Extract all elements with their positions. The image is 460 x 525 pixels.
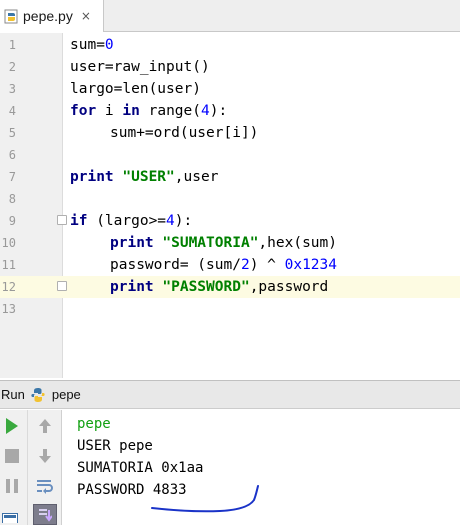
console-input-line: pepe [77,416,111,432]
code-text: print "USER",user [70,169,219,185]
layout-icon [2,512,18,523]
scroll-to-end-button[interactable] [33,504,57,525]
code-line: 7 print "USER",user [0,166,460,188]
line-number: 11 [1,258,16,272]
run-tool-label[interactable]: Run [1,387,25,402]
code-line: 8 [0,188,460,210]
code-text: if (largo>=4): [70,213,193,229]
play-icon [6,418,18,434]
tab-file-name: pepe.py [23,8,73,24]
previous-occurrence-button[interactable] [35,416,55,436]
run-console-output[interactable]: pepe USER pepe SUMATORIA 0x1aa PASSWORD … [63,410,460,525]
code-text: user=raw_input() [70,59,210,75]
python-icon [31,387,45,402]
code-text: sum+=ord(user[i]) [110,125,259,141]
code-line: 10 print "SUMATORIA",hex(sum) [0,232,460,254]
line-number: 1 [8,38,16,52]
line-number: 6 [8,148,16,162]
line-number: 12 [1,280,16,294]
line-number: 2 [8,60,16,74]
fold-end-marker-icon[interactable] [57,281,67,291]
line-number: 13 [1,302,16,316]
editor-tab-bar: pepe.py × [0,0,460,32]
code-text: sum=0 [70,37,114,53]
code-text: print "SUMATORIA",hex(sum) [110,235,337,251]
stop-icon [5,449,19,463]
code-text: print "PASSWORD",password [110,279,329,295]
line-number: 4 [8,104,16,118]
console-output-line: USER pepe [77,438,153,454]
code-text: password= (sum/2) ^ 0x1234 [110,257,337,273]
line-number: 3 [8,82,16,96]
code-line: 2 user=raw_input() [0,56,460,78]
code-line: 4 for i in range(4): [0,100,460,122]
pause-button[interactable] [2,476,22,496]
line-number: 10 [1,236,16,250]
close-icon[interactable]: × [81,9,91,23]
soft-wrap-button[interactable] [35,476,55,496]
arrow-down-icon [39,449,51,463]
next-occurrence-button[interactable] [35,446,55,466]
line-number: 5 [8,126,16,140]
line-number: 8 [8,192,16,206]
run-toolbar-primary [0,410,27,525]
line-number: 7 [8,170,16,184]
stop-button[interactable] [2,446,22,466]
code-line-current: 12 print "PASSWORD",password [0,276,460,298]
code-line: 1 sum=0 [0,34,460,56]
soft-wrap-icon [37,480,53,494]
code-line: 9 if (largo>=4): [0,210,460,232]
code-text: for i in range(4): [70,103,228,119]
code-line: 13 [0,298,460,320]
line-number: 9 [8,214,16,228]
python-file-icon [4,9,18,23]
scroll-to-end-icon [39,508,52,522]
code-line: 6 [0,144,460,166]
layout-button[interactable] [0,510,20,525]
run-panel-header: Run pepe [0,380,460,409]
run-button[interactable] [2,416,22,436]
arrow-up-icon [39,419,51,433]
code-text: largo=len(user) [70,81,201,97]
code-editor[interactable]: 1 sum=0 2 user=raw_input() 3 largo=len(u… [0,33,460,378]
console-output-line: PASSWORD 4833 [77,482,187,498]
code-line: 11 password= (sum/2) ^ 0x1234 [0,254,460,276]
run-toolbar-secondary [27,410,62,525]
code-line: 3 largo=len(user) [0,78,460,100]
fold-marker-icon[interactable] [57,215,67,225]
code-line: 5 sum+=ord(user[i]) [0,122,460,144]
pause-icon [6,479,18,493]
run-config-name[interactable]: pepe [52,387,81,402]
tab-pepe-py[interactable]: pepe.py × [0,0,104,32]
console-output-line: SUMATORIA 0x1aa [77,460,204,476]
